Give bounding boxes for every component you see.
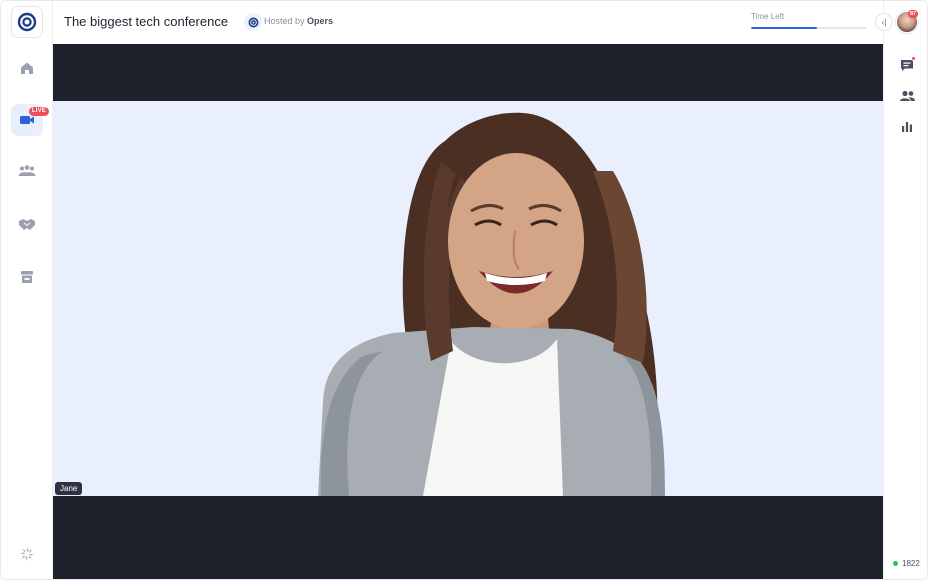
chat-unread-dot xyxy=(911,56,916,61)
online-status-dot xyxy=(893,561,898,566)
host-info: Hosted by Opers xyxy=(264,16,333,26)
right-rail: ‹| 87 1822 xyxy=(875,1,927,579)
people-button[interactable] xyxy=(897,86,917,106)
speaker-image xyxy=(318,112,665,496)
booth-icon xyxy=(21,271,33,283)
sidebar-item-home[interactable] xyxy=(11,52,43,84)
sidebar-item-networking[interactable] xyxy=(11,208,43,240)
app-logo[interactable] xyxy=(11,6,43,38)
live-badge: LIVE xyxy=(28,107,49,116)
left-sidebar: LIVE xyxy=(1,1,53,579)
sidebar-item-sessions[interactable] xyxy=(11,155,43,187)
people-icon xyxy=(899,90,915,101)
sidebar-item-live-stage[interactable]: LIVE xyxy=(11,104,49,136)
time-left-bar xyxy=(751,27,867,29)
event-title: The biggest tech conference xyxy=(64,14,229,29)
poll-icon xyxy=(902,122,912,132)
home-icon xyxy=(21,62,33,74)
chat-button[interactable] xyxy=(897,55,917,75)
group-icon xyxy=(18,165,36,176)
speaker-video[interactable]: Jane xyxy=(53,101,883,496)
app-window: LIVE The biggest tech conference Hosted … xyxy=(0,0,928,580)
collapse-panel-button[interactable]: ‹| xyxy=(875,13,893,31)
speaker-name-tag: Jane xyxy=(55,482,83,495)
top-header: The biggest tech conference Hosted by Op… xyxy=(53,1,883,44)
time-left-fill xyxy=(751,27,818,29)
notification-badge: 87 xyxy=(908,10,919,18)
spinner-icon xyxy=(20,547,34,561)
online-count: 1822 xyxy=(902,559,920,568)
logo-icon xyxy=(17,12,37,32)
host-name[interactable]: Opers xyxy=(307,16,333,26)
host-logo xyxy=(244,13,262,31)
host-logo-icon xyxy=(248,17,258,27)
sidebar-item-expo[interactable] xyxy=(11,261,43,293)
host-prefix: Hosted by xyxy=(264,16,305,26)
handshake-icon xyxy=(19,219,35,230)
sidebar-bottom-button[interactable] xyxy=(11,538,43,570)
video-stage: Jane xyxy=(53,44,883,579)
online-counter: 1822 xyxy=(893,559,920,568)
time-left-label: Time Left xyxy=(751,12,785,21)
poll-button[interactable] xyxy=(897,117,917,137)
